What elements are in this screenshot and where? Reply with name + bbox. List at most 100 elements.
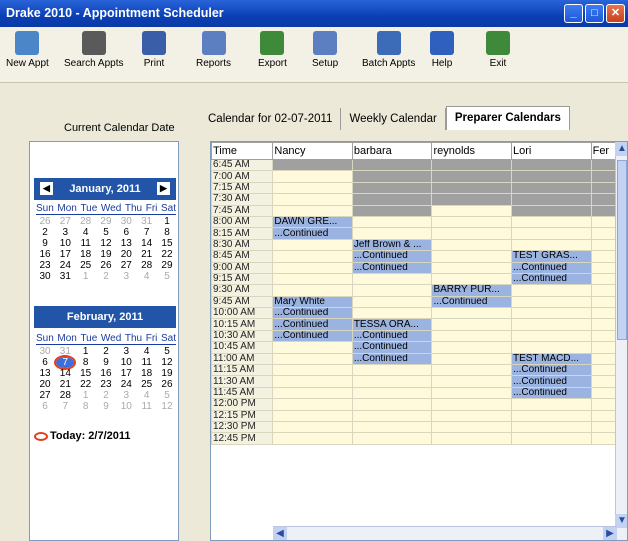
column-header-time[interactable]: Time	[211, 142, 274, 160]
horizontal-scrollbar[interactable]: ◀ ▶	[273, 526, 617, 540]
appointment-cell[interactable]: TEST GRAS...	[511, 250, 592, 263]
calendar-day[interactable]: 5	[158, 346, 176, 357]
empty-slot[interactable]	[431, 329, 513, 343]
appointment-cell[interactable]: DAWN GRE...	[272, 215, 353, 229]
calendar-day[interactable]: 2	[97, 346, 115, 357]
calendar-day[interactable]: 26	[97, 260, 115, 271]
calendar-day[interactable]: 30	[117, 216, 135, 227]
empty-slot[interactable]	[272, 364, 353, 377]
empty-slot[interactable]	[511, 341, 592, 354]
empty-slot[interactable]	[272, 420, 353, 434]
empty-slot[interactable]	[351, 295, 433, 309]
calendar-day[interactable]: 23	[97, 379, 115, 390]
empty-slot[interactable]	[351, 170, 433, 183]
calendar-day[interactable]: 4	[138, 346, 156, 357]
toolbar-button-help[interactable]: Help	[430, 31, 454, 69]
appointment-cell[interactable]: ...Continued	[272, 329, 353, 343]
calendar-day[interactable]: 27	[36, 390, 54, 401]
calendar-day[interactable]: 6	[117, 227, 135, 238]
calendar-day[interactable]: 30	[36, 346, 54, 357]
empty-slot[interactable]	[511, 307, 592, 320]
empty-slot[interactable]	[431, 250, 513, 263]
appointment-cell[interactable]: TESSA ORA...	[351, 318, 433, 331]
calendar-day[interactable]: 26	[36, 216, 54, 227]
tab-preparer-calendars[interactable]: Preparer Calendars	[445, 106, 570, 130]
calendar-day[interactable]: 5	[158, 271, 176, 282]
appointment-cell[interactable]: Jeff Brown & ...	[351, 238, 433, 252]
close-button[interactable]: ✕	[606, 4, 625, 23]
calendar-day[interactable]: 31	[56, 346, 74, 357]
empty-slot[interactable]	[431, 272, 513, 286]
next-month-button[interactable]: ▶	[157, 182, 170, 195]
empty-slot[interactable]	[272, 238, 353, 252]
calendar-day[interactable]: 17	[56, 249, 74, 260]
calendar-day[interactable]: 27	[117, 260, 135, 271]
appointment-cell[interactable]: Mary White	[272, 295, 353, 309]
empty-slot[interactable]	[351, 420, 433, 434]
empty-slot[interactable]	[272, 409, 353, 423]
toolbar-button-new-appt[interactable]: New Appt	[6, 31, 49, 69]
appointment-cell[interactable]: ...Continued	[511, 261, 592, 274]
calendar-day[interactable]: 28	[56, 390, 74, 401]
empty-slot[interactable]	[431, 432, 513, 445]
calendar-day[interactable]: 12	[158, 401, 176, 412]
calendar-day[interactable]: 10	[117, 401, 135, 412]
appointment-cell[interactable]: ...Continued	[511, 272, 592, 286]
appointment-cell[interactable]: ...Continued	[511, 364, 592, 377]
calendar-day[interactable]: 4	[77, 227, 95, 238]
empty-slot[interactable]	[272, 398, 353, 411]
empty-slot[interactable]	[431, 386, 513, 400]
scroll-up-icon[interactable]: ▲	[615, 142, 627, 156]
empty-slot[interactable]	[431, 318, 513, 331]
empty-slot[interactable]	[511, 432, 592, 445]
calendar-day[interactable]: 26	[158, 379, 176, 390]
empty-slot[interactable]	[351, 158, 433, 172]
toolbar-button-exit[interactable]: Exit	[486, 31, 510, 69]
appointment-cell[interactable]: ...Continued	[351, 341, 433, 354]
tab-calendar-date[interactable]: Calendar for 02-07-2011	[200, 108, 342, 130]
calendar-day[interactable]: 6	[36, 401, 54, 412]
toolbar-button-batch-appts[interactable]: Batch Appts	[362, 31, 415, 69]
empty-slot[interactable]	[351, 307, 433, 320]
appointment-cell[interactable]: ...Continued	[272, 227, 353, 240]
calendar-day[interactable]: 14	[56, 368, 74, 379]
calendar-day[interactable]: 1	[77, 390, 95, 401]
empty-slot[interactable]	[511, 204, 592, 217]
calendar-day[interactable]: 27	[56, 216, 74, 227]
empty-slot[interactable]	[431, 238, 513, 252]
empty-slot[interactable]	[431, 409, 513, 423]
empty-slot[interactable]	[431, 341, 513, 354]
calendar-day[interactable]: 16	[36, 249, 54, 260]
empty-slot[interactable]	[511, 227, 592, 240]
maximize-button[interactable]: □	[585, 4, 604, 23]
empty-slot[interactable]	[272, 352, 353, 366]
empty-slot[interactable]	[272, 284, 353, 297]
empty-slot[interactable]	[351, 409, 433, 423]
prev-month-button[interactable]: ◀	[40, 182, 53, 195]
calendar-day[interactable]: 4	[138, 390, 156, 401]
appointment-cell[interactable]: ...Continued	[351, 329, 433, 343]
appointment-cell[interactable]: ...Continued	[272, 318, 353, 331]
calendar-day[interactable]: 15	[158, 238, 176, 249]
scroll-thumb[interactable]	[617, 160, 627, 340]
empty-slot[interactable]	[351, 432, 433, 445]
calendar-day[interactable]: 8	[77, 401, 95, 412]
calendar-day[interactable]: 10	[56, 238, 74, 249]
calendar-day[interactable]: 7	[138, 227, 156, 238]
toolbar-button-print[interactable]: Print	[142, 31, 166, 69]
empty-slot[interactable]	[272, 341, 353, 354]
empty-slot[interactable]	[431, 215, 513, 229]
calendar-day[interactable]: 8	[77, 357, 95, 368]
minimize-button[interactable]: _	[564, 4, 583, 23]
calendar-day[interactable]: 22	[158, 249, 176, 260]
calendar-day[interactable]: 5	[158, 390, 176, 401]
empty-slot[interactable]	[511, 409, 592, 423]
calendar-day[interactable]: 25	[138, 379, 156, 390]
empty-slot[interactable]	[272, 170, 353, 183]
calendar-day[interactable]: 24	[56, 260, 74, 271]
empty-slot[interactable]	[431, 261, 513, 274]
calendar-day[interactable]: 13	[117, 238, 135, 249]
empty-slot[interactable]	[351, 272, 433, 286]
calendar-day[interactable]: 20	[117, 249, 135, 260]
appointment-cell[interactable]: ...Continued	[511, 375, 592, 388]
